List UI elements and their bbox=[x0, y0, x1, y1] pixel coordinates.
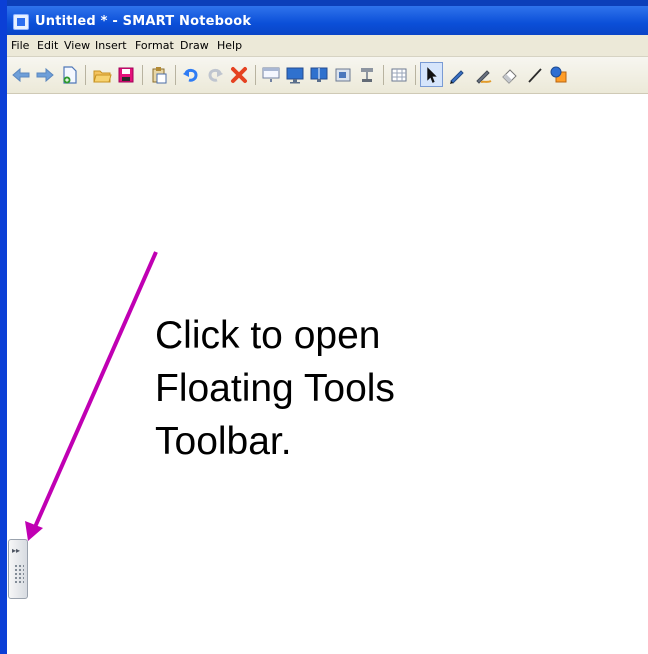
smart-notebook-icon[interactable] bbox=[13, 14, 29, 30]
menu-format[interactable]: Format bbox=[135, 39, 174, 52]
toolbar-separator bbox=[383, 65, 384, 85]
undo-icon[interactable] bbox=[181, 65, 201, 85]
menu-file[interactable]: File bbox=[11, 39, 29, 52]
main-toolbar bbox=[7, 57, 648, 94]
capture-icon[interactable] bbox=[333, 65, 353, 85]
eraser-icon[interactable] bbox=[499, 65, 519, 85]
save-icon[interactable] bbox=[116, 65, 136, 85]
grip-dots-icon bbox=[14, 564, 24, 584]
toolbar-separator bbox=[255, 65, 256, 85]
menu-help[interactable]: Help bbox=[217, 39, 242, 52]
window-title: Untitled * - SMART Notebook bbox=[35, 14, 252, 29]
redo-icon[interactable] bbox=[205, 65, 225, 85]
pen-icon[interactable] bbox=[447, 65, 467, 85]
table-icon[interactable] bbox=[389, 65, 409, 85]
full-screen-icon[interactable] bbox=[285, 65, 305, 85]
screen-shade-icon[interactable] bbox=[261, 65, 281, 85]
dual-page-icon[interactable] bbox=[309, 65, 329, 85]
window-left-border bbox=[0, 0, 7, 654]
line-icon[interactable] bbox=[525, 65, 545, 85]
toolbar-separator bbox=[142, 65, 143, 85]
new-page-icon[interactable] bbox=[59, 65, 79, 85]
document-camera-icon[interactable] bbox=[357, 65, 377, 85]
menu-draw[interactable]: Draw bbox=[180, 39, 209, 52]
menu-edit[interactable]: Edit bbox=[37, 39, 58, 52]
smart-notebook-window: Untitled * - SMART Notebook File Edit Vi… bbox=[7, 0, 648, 654]
forward-arrow-icon[interactable] bbox=[35, 65, 55, 85]
shapes-icon[interactable] bbox=[549, 65, 569, 85]
toolbar-separator bbox=[85, 65, 86, 85]
back-arrow-icon[interactable] bbox=[11, 65, 31, 85]
paste-icon[interactable] bbox=[149, 65, 169, 85]
title-bar[interactable]: Untitled * - SMART Notebook bbox=[7, 0, 648, 35]
toolbar-separator bbox=[415, 65, 416, 85]
open-folder-icon[interactable] bbox=[92, 65, 112, 85]
delete-icon[interactable] bbox=[229, 65, 249, 85]
instruction-text: Click to open Floating Tools Toolbar. bbox=[155, 314, 395, 463]
expand-arrows-icon: ▸▸ bbox=[12, 546, 21, 555]
menu-view[interactable]: View bbox=[64, 39, 90, 52]
creative-pen-icon[interactable] bbox=[473, 65, 493, 85]
select-pointer-icon[interactable] bbox=[420, 62, 443, 87]
toolbar-separator bbox=[175, 65, 176, 85]
floating-tools-toolbar-handle[interactable]: ▸▸ bbox=[8, 539, 28, 599]
menu-insert[interactable]: Insert bbox=[95, 39, 127, 52]
notebook-page-canvas[interactable]: Click to open Floating Tools Toolbar. bbox=[7, 94, 648, 654]
menu-bar: File Edit View Insert Format Draw Help bbox=[7, 35, 648, 57]
